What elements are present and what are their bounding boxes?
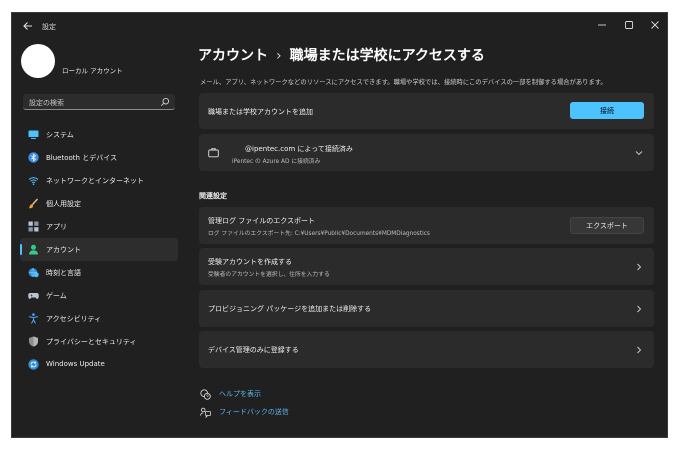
help-chat-icon [200,388,211,400]
sidebar-item-bluetooth[interactable]: Bluetooth とデバイス [20,146,178,169]
sidebar-item-label: ネットワークとインターネット [46,177,144,185]
sidebar-item-label: プライバシーとセキュリティ [46,338,137,346]
sidebar-item-accounts[interactable]: アカウント [20,238,178,261]
connect-button[interactable]: 接続 [570,102,644,119]
sidebar-item-label: システム [46,131,74,139]
sidebar-item-accessibility[interactable]: アクセシビリティ [20,307,178,330]
chevron-down-icon[interactable] [635,149,643,157]
settings-window: 設定 ローカル アカウント 設定の検索 システム Bluetooth とデバイス… [11,12,668,438]
connected-account-title: @ipentec.com によって接続済み [245,145,353,153]
sidebar-item-gaming[interactable]: ゲーム [20,284,178,307]
sidebar-item-label: 個人用設定 [46,200,81,208]
sidebar-item-apps[interactable]: アプリ [20,215,178,238]
breadcrumb-separator: › [276,48,282,64]
export-button[interactable]: エクスポート [570,217,644,234]
monitor-icon [28,129,39,140]
avatar[interactable] [21,44,55,78]
brush-icon [28,198,39,209]
page-title: アカウント › 職場または学校にアクセスする [198,45,485,65]
feedback-link-label: フィードバックの送信 [219,408,289,416]
sidebar-item-label: アカウント [46,246,81,254]
provisioning-package-title: プロビジョニング パッケージを追加または削除する [208,305,372,313]
search-placeholder: 設定の検索 [29,99,64,107]
shield-icon [28,336,39,347]
apps-icon [28,221,39,232]
export-logs-subtitle: ログ ファイルのエクスポート先: C:¥Users¥Public¥Documen… [208,231,430,237]
test-account-subtitle: 受験者のアカウントを選択し、住所を入力する [208,272,330,278]
device-management-title: デバイス管理のみに登録する [208,346,299,354]
sidebar-item-label: 時刻と言語 [46,269,81,277]
add-account-card: 職場または学校アカウントを追加 接続 [199,93,654,129]
maximize-icon[interactable] [619,17,639,33]
close-icon[interactable] [645,17,665,33]
feedback-link[interactable]: フィードバックの送信 [200,405,289,419]
provisioning-package-card[interactable]: プロビジョニング パッケージを追加または削除する [199,290,654,327]
minimize-icon[interactable] [592,17,612,33]
wifi-icon [28,175,39,186]
export-logs-title: 管理ログ ファイルのエクスポート [208,217,316,225]
breadcrumb-current: 職場または学校にアクセスする [289,48,485,64]
sidebar-item-label: ゲーム [46,292,67,300]
sidebar-item-system[interactable]: システム [20,123,178,146]
chevron-right-icon [635,346,643,354]
sidebar-item-personalization[interactable]: 個人用設定 [20,192,178,215]
help-link[interactable]: ヘルプを表示 [200,387,261,401]
chevron-right-icon [635,305,643,313]
gamepad-icon [28,290,39,301]
window-title: 設定 [42,23,56,31]
related-settings-heading: 関連設定 [199,192,227,200]
feedback-icon [200,407,211,418]
sidebar-item-label: アプリ [46,223,67,231]
back-arrow-icon[interactable] [20,18,36,34]
add-account-label: 職場または学校アカウントを追加 [208,108,313,116]
bluetooth-icon [28,152,39,163]
export-logs-card: 管理ログ ファイルのエクスポート ログ ファイルのエクスポート先: C:¥Use… [199,207,654,244]
title-bar: 設定 [12,13,667,39]
accessibility-icon [28,313,39,324]
sidebar-nav: システム Bluetooth とデバイス ネットワークとインターネット 個人用設… [20,123,178,376]
breadcrumb-parent[interactable]: アカウント [198,48,268,64]
device-management-card[interactable]: デバイス管理のみに登録する [199,331,654,368]
search-input[interactable]: 設定の検索 [23,94,175,110]
sidebar-item-label: アクセシビリティ [46,315,102,323]
profile-name: ローカル アカウント [62,67,123,75]
sidebar-item-label: Windows Update [46,360,105,368]
test-account-card[interactable]: 受験アカウントを作成する 受験者のアカウントを選択し、住所を入力する [199,248,654,285]
globe-clock-icon [28,267,39,278]
help-link-label: ヘルプを表示 [219,390,261,398]
sidebar-item-windows-update[interactable]: Windows Update [20,353,178,376]
test-account-title: 受験アカウントを作成する [208,258,292,266]
sidebar-item-privacy[interactable]: プライバシーとセキュリティ [20,330,178,353]
page-description: メール、アプリ、ネットワークなどのリソースにアクセスできます。職場や学校では、接… [200,79,607,86]
chevron-right-icon [635,263,643,271]
sidebar-item-network[interactable]: ネットワークとインターネット [20,169,178,192]
sidebar-item-label: Bluetooth とデバイス [46,154,117,162]
person-icon [28,244,39,255]
connected-account-card[interactable]: @ipentec.com によって接続済み iPentec の Azure AD… [199,134,654,171]
connected-account-subtitle: iPentec の Azure AD に接続済み [232,159,321,165]
search-icon[interactable] [160,97,170,107]
briefcase-icon [208,147,219,158]
sidebar-item-time-language[interactable]: 時刻と言語 [20,261,178,284]
sync-icon [28,359,39,370]
